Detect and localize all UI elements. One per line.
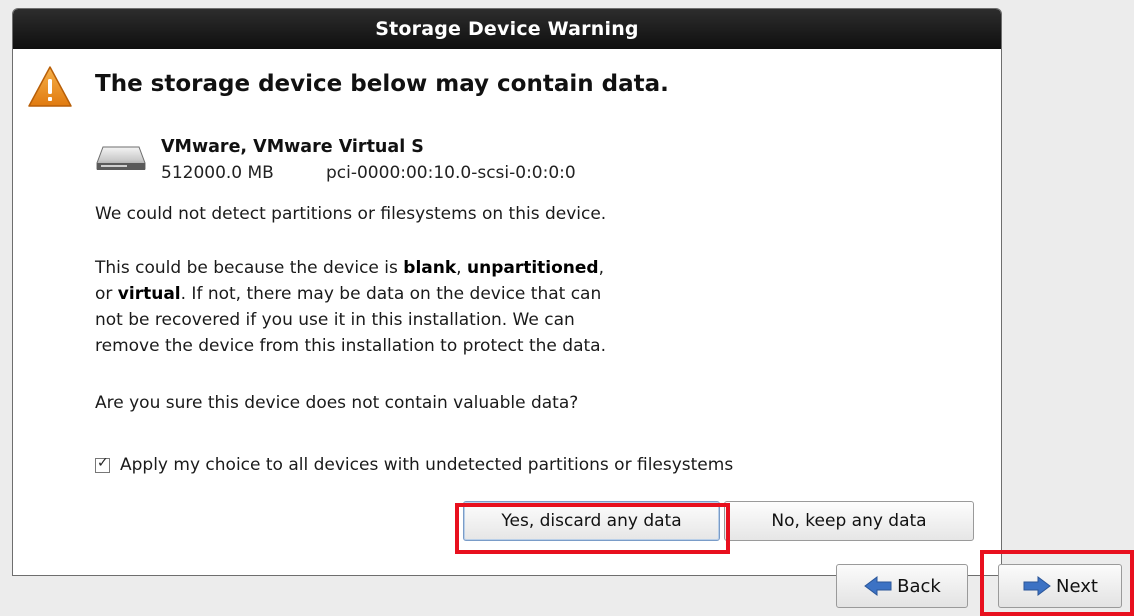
device-name: VMware, VMware Virtual S (161, 137, 424, 157)
device-path: pci-0000:00:10.0-scsi-0:0:0:0 (326, 163, 576, 183)
confirmation-question: Are you sure this device does not contai… (95, 393, 579, 413)
apply-to-all-label[interactable]: Apply my choice to all devices with unde… (120, 455, 733, 475)
back-button[interactable]: Back (836, 564, 968, 608)
yes-discard-button[interactable]: Yes, discard any data (463, 501, 720, 541)
explanation-line-3: not be recovered if you use it in this i… (95, 310, 575, 330)
no-keep-button[interactable]: No, keep any data (724, 501, 974, 541)
hard-disk-icon (96, 146, 146, 170)
explanation-paragraph: This could be because the device is blan… (95, 255, 606, 359)
checkmark-icon: ✓ (97, 454, 109, 471)
dialog-heading: The storage device below may contain dat… (95, 71, 669, 97)
warning-triangle-icon (28, 66, 72, 107)
no-partitions-message: We could not detect partitions or filesy… (95, 204, 607, 224)
next-arrow-icon (1023, 576, 1051, 596)
storage-device-warning-dialog: Storage Device Warning The storage devic… (12, 8, 1002, 576)
apply-to-all-checkbox[interactable]: ✓ (95, 454, 110, 473)
device-size: 512000.0 MB (161, 163, 274, 183)
dialog-title: Storage Device Warning (13, 9, 1001, 49)
explanation-line-4: remove the device from this installation… (95, 336, 606, 356)
explanation-line-1: This could be because the device is blan… (95, 258, 605, 278)
apply-to-all-option[interactable]: ✓ Apply my choice to all devices with un… (95, 452, 733, 478)
explanation-line-2: or virtual. If not, there may be data on… (95, 284, 602, 304)
next-label: Next (1056, 575, 1098, 597)
next-button[interactable]: Next (998, 564, 1122, 608)
back-arrow-icon (864, 576, 892, 596)
back-label: Back (897, 575, 941, 597)
